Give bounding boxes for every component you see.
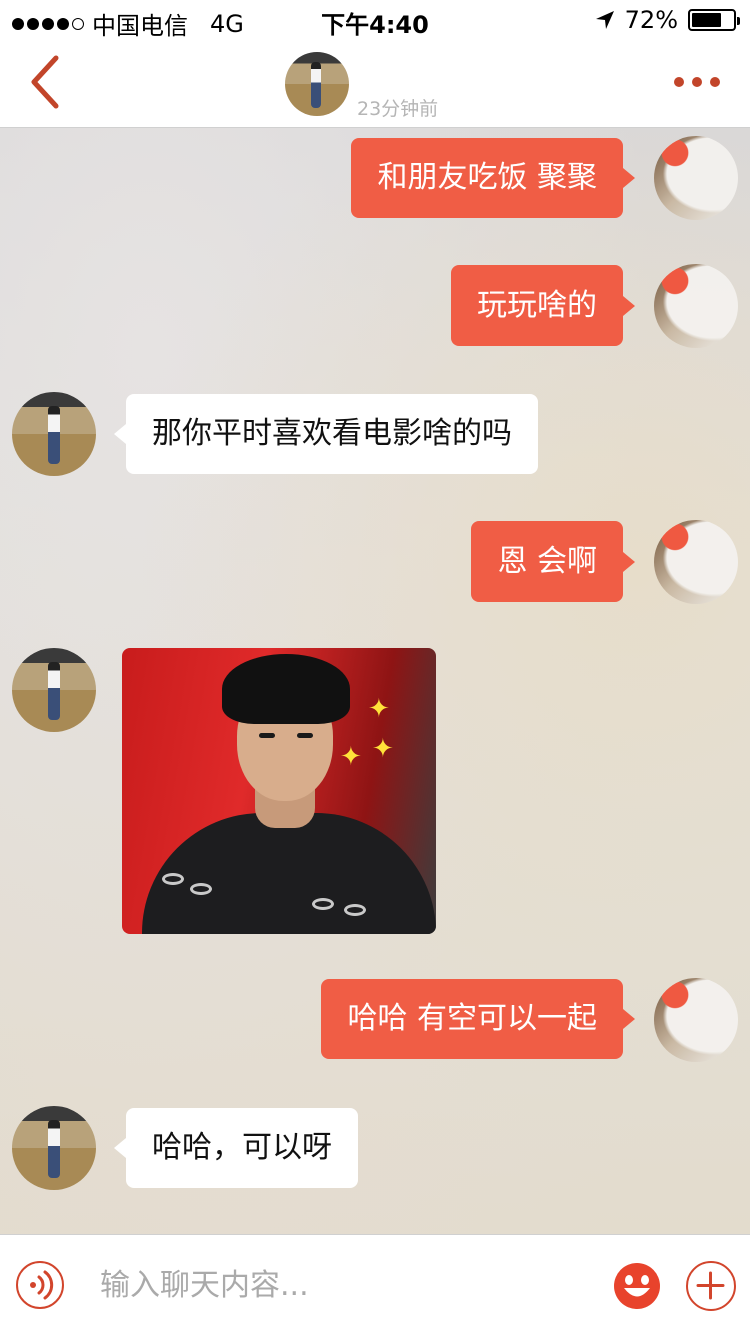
voice-button[interactable] (16, 1261, 64, 1309)
status-bar: 中国电信 4G 下午4:40 72% (0, 0, 750, 40)
back-arrow-icon (31, 55, 59, 109)
message-bubble-outgoing[interactable]: 哈哈 有空可以一起 (321, 979, 635, 1059)
chat-message-list[interactable]: 和朋友吃饭 聚聚 玩玩啥的 那你平时喜欢看电影啥的吗 恩 会啊 ✦ ✦ ✦ 哈哈 (0, 128, 750, 1234)
back-button[interactable] (20, 52, 70, 112)
plus-icon (696, 1271, 725, 1300)
chat-header: 23分钟前 (0, 40, 750, 128)
photo-stud (190, 883, 212, 895)
message-input-bar (0, 1234, 750, 1334)
message-text: 恩 会啊 (497, 543, 597, 579)
my-avatar[interactable] (654, 520, 738, 604)
message-bubble-outgoing[interactable]: 恩 会啊 (471, 521, 635, 602)
sparkle-icon: ✦ (372, 734, 394, 764)
photo-shirt (142, 813, 436, 934)
contact-avatar[interactable] (12, 392, 96, 476)
photo-stud (344, 904, 366, 916)
photo-eye (297, 733, 313, 738)
my-avatar[interactable] (654, 264, 738, 348)
battery-percent: 72% (624, 6, 678, 34)
emoji-icon (614, 1263, 660, 1309)
contact-avatar[interactable] (12, 1106, 96, 1190)
photo-eye (259, 733, 275, 738)
status-right: 72% (595, 6, 740, 34)
message-text: 哈哈，可以呀 (152, 1130, 332, 1165)
more-options-button[interactable] (674, 70, 724, 94)
message-bubble-outgoing[interactable]: 玩玩啥的 (451, 265, 635, 346)
message-text: 那你平时喜欢看电影啥的吗 (152, 416, 512, 451)
message-bubble-outgoing[interactable]: 和朋友吃饭 聚聚 (351, 138, 635, 218)
photo-stud (162, 873, 184, 885)
my-avatar[interactable] (654, 978, 738, 1062)
photo-stud (312, 898, 334, 910)
emoji-button[interactable] (612, 1261, 662, 1311)
message-text: 哈哈 有空可以一起 (347, 1001, 597, 1036)
message-text: 和朋友吃饭 聚聚 (377, 160, 597, 195)
voice-icon (30, 1270, 54, 1300)
message-image[interactable]: ✦ ✦ ✦ (122, 648, 436, 934)
message-text: 玩玩啥的 (477, 287, 597, 323)
message-bubble-incoming[interactable]: 那你平时喜欢看电影啥的吗 (114, 394, 538, 474)
contact-avatar[interactable] (12, 648, 96, 732)
photo-hair (222, 654, 350, 724)
last-seen-time: 23分钟前 (357, 98, 439, 120)
my-avatar[interactable] (654, 136, 738, 220)
contact-avatar[interactable] (285, 52, 349, 116)
battery-icon (688, 9, 740, 31)
location-arrow-icon (595, 11, 614, 29)
sparkle-icon: ✦ (368, 694, 390, 724)
message-bubble-incoming[interactable]: 哈哈，可以呀 (114, 1108, 358, 1188)
more-dots-icon (674, 77, 684, 87)
add-attachment-button[interactable] (686, 1261, 736, 1311)
message-input[interactable] (100, 1257, 580, 1313)
battery-level (692, 13, 721, 27)
sparkle-icon: ✦ (340, 742, 362, 772)
